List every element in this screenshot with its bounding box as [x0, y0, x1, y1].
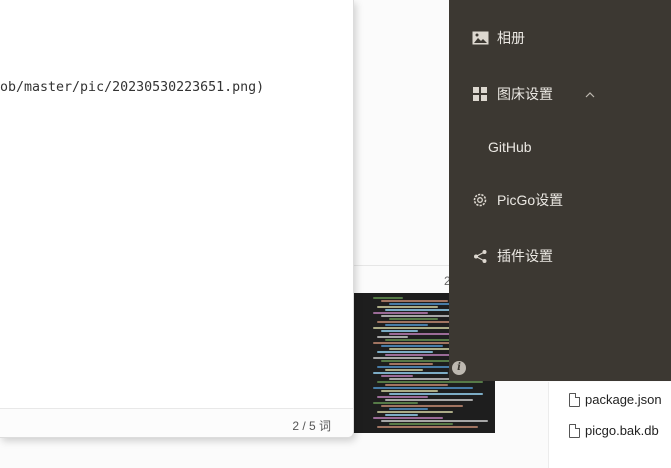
code-line — [373, 417, 443, 419]
sidebar-item-album[interactable]: 相册 — [449, 18, 671, 58]
file-item[interactable]: picgo.bak.db — [569, 423, 659, 438]
editor-status-bar: 2 / 5 词 — [0, 408, 353, 437]
code-line — [381, 420, 488, 422]
code-line — [377, 411, 453, 413]
code-line — [389, 393, 483, 395]
code-line — [381, 300, 448, 302]
code-line — [389, 408, 428, 410]
editor-content-line[interactable]: ob/master/pic/20230530223651.png) — [0, 80, 264, 95]
sidebar-item-label: GitHub — [488, 139, 532, 155]
file-list: package.json picgo.bak.db — [548, 382, 671, 468]
code-line — [373, 357, 423, 359]
image-icon — [471, 29, 489, 47]
code-line — [385, 369, 423, 371]
code-line — [389, 423, 453, 425]
code-line — [377, 396, 428, 398]
code-line — [381, 375, 413, 377]
picgo-sidebar-menu: 相册 图床设置 GitHub PicGo设置 插件设置 i — [449, 0, 671, 381]
code-line — [385, 339, 453, 341]
code-line — [377, 381, 483, 383]
code-line — [373, 372, 448, 374]
code-line — [377, 336, 408, 338]
markdown-editor-window: ob/master/pic/20230530223651.png) 2 / 5 … — [0, 0, 354, 438]
sidebar-item-plugin-settings[interactable]: 插件设置 — [449, 236, 671, 276]
code-line — [385, 384, 448, 386]
file-name: picgo.bak.db — [585, 423, 659, 438]
code-line — [373, 387, 473, 389]
code-line — [385, 324, 428, 326]
file-icon — [569, 392, 580, 407]
word-count: 2 / 5 词 — [292, 419, 331, 433]
sidebar-item-label: 插件设置 — [497, 248, 553, 264]
file-item[interactable]: package.json — [569, 392, 662, 407]
sidebar-item-label: 图床设置 — [497, 86, 553, 102]
share-icon — [471, 247, 489, 265]
code-line — [381, 330, 418, 332]
code-line — [385, 399, 473, 401]
sidebar-subitem-github[interactable]: GitHub — [449, 127, 671, 167]
sidebar-item-label: 相册 — [497, 30, 525, 46]
chevron-up-icon[interactable] — [585, 87, 595, 101]
code-line — [381, 390, 438, 392]
sidebar-item-label: PicGo设置 — [497, 192, 564, 208]
grid-icon — [471, 85, 489, 103]
code-line — [381, 345, 443, 347]
code-line — [377, 306, 438, 308]
code-line — [373, 327, 453, 329]
code-line — [377, 426, 478, 428]
code-line — [377, 366, 458, 368]
sidebar-item-picgo-settings[interactable]: PicGo设置 — [449, 180, 671, 220]
code-line — [373, 297, 403, 299]
code-line — [389, 378, 458, 380]
file-name: package.json — [585, 392, 662, 407]
file-icon — [569, 423, 580, 438]
code-line — [373, 312, 428, 314]
sidebar-item-image-host-settings[interactable]: 图床设置 — [449, 74, 671, 114]
code-line — [385, 414, 418, 416]
gear-icon — [471, 191, 489, 209]
info-icon[interactable]: i — [452, 361, 466, 375]
code-line — [373, 402, 418, 404]
code-line — [377, 351, 433, 353]
code-line — [389, 363, 433, 365]
code-line — [381, 405, 463, 407]
code-line — [389, 318, 438, 320]
